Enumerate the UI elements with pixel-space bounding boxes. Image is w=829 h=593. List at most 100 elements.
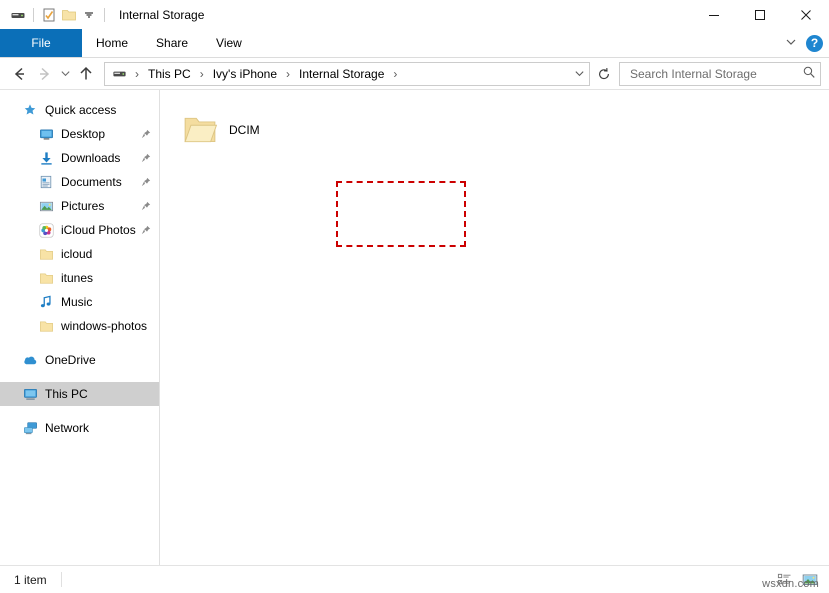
address-bar[interactable]: › This PC › Ivy's iPhone › Internal Stor… bbox=[104, 62, 590, 86]
sidebar-gap-1 bbox=[0, 338, 159, 348]
sidebar-item-label: iCloud Photos bbox=[61, 223, 136, 237]
customize-chevron-icon[interactable] bbox=[79, 5, 99, 25]
annotation-rectangle bbox=[336, 181, 466, 247]
sidebar-item-label: OneDrive bbox=[45, 353, 96, 367]
status-divider bbox=[61, 572, 62, 587]
system-menu-icon[interactable] bbox=[8, 5, 28, 25]
pin-icon[interactable] bbox=[141, 194, 151, 218]
up-button[interactable] bbox=[74, 62, 98, 86]
sidebar-item-label: itunes bbox=[61, 271, 93, 285]
window-controls bbox=[691, 0, 829, 29]
title-bar: Internal Storage bbox=[0, 0, 829, 29]
refresh-button[interactable] bbox=[594, 63, 614, 85]
expand-ribbon-chevron-icon[interactable] bbox=[785, 36, 797, 51]
sidebar-item-windows-photos[interactable]: windows-photos bbox=[0, 314, 159, 338]
details-view-button[interactable] bbox=[773, 569, 795, 591]
ribbon-right-controls: ? bbox=[785, 29, 823, 57]
breadcrumb-item-ivys-iphone[interactable]: Ivy's iPhone bbox=[209, 64, 281, 84]
view-mode-buttons bbox=[773, 566, 821, 593]
tab-share[interactable]: Share bbox=[142, 29, 202, 57]
status-bar: 1 item wsxdn.com bbox=[0, 565, 829, 593]
search-box[interactable] bbox=[619, 62, 821, 86]
sidebar-item-onedrive[interactable]: OneDrive bbox=[0, 348, 159, 372]
navigation-pane[interactable]: Quick access Desktop bbox=[0, 90, 160, 565]
sidebar-item-icloud-photos[interactable]: iCloud Photos bbox=[0, 218, 159, 242]
sidebar-item-label: Quick access bbox=[45, 103, 116, 117]
sidebar-item-documents[interactable]: Documents bbox=[0, 170, 159, 194]
sidebar-item-label: Documents bbox=[61, 175, 122, 189]
onedrive-cloud-icon bbox=[22, 352, 38, 368]
large-icons-view-button[interactable] bbox=[799, 569, 821, 591]
sidebar-item-label: Downloads bbox=[61, 151, 120, 165]
breadcrumb-separator-2[interactable]: › bbox=[281, 64, 295, 84]
sidebar-item-label: Desktop bbox=[61, 127, 105, 141]
search-input[interactable] bbox=[628, 66, 802, 82]
tab-home[interactable]: Home bbox=[82, 29, 142, 57]
this-pc-icon bbox=[22, 386, 38, 402]
sidebar-item-label: icloud bbox=[61, 247, 92, 261]
desktop-icon bbox=[38, 126, 54, 142]
folder-icon bbox=[38, 318, 54, 334]
pin-icon[interactable] bbox=[141, 218, 151, 242]
maximize-button[interactable] bbox=[737, 0, 783, 29]
pin-icon[interactable] bbox=[141, 170, 151, 194]
properties-icon[interactable] bbox=[39, 5, 59, 25]
pin-icon[interactable] bbox=[141, 122, 151, 146]
sidebar-item-label: This PC bbox=[45, 387, 88, 401]
items-grid: DCIM bbox=[160, 90, 829, 160]
address-bar-row: › This PC › Ivy's iPhone › Internal Stor… bbox=[0, 58, 829, 89]
breadcrumb-item-this-pc[interactable]: This PC bbox=[144, 64, 195, 84]
window-title: Internal Storage bbox=[119, 8, 204, 22]
breadcrumb-separator-0[interactable]: › bbox=[130, 64, 144, 84]
folder-icon bbox=[183, 113, 217, 147]
folder-icon bbox=[38, 246, 54, 262]
sidebar-item-quick-access[interactable]: Quick access bbox=[0, 98, 159, 122]
qat-divider-1 bbox=[33, 8, 34, 22]
pictures-icon bbox=[38, 198, 54, 214]
item-count-label: 1 item bbox=[0, 573, 47, 587]
new-folder-icon[interactable] bbox=[59, 5, 79, 25]
address-dropdown-icon[interactable] bbox=[569, 64, 589, 84]
sidebar-gap-2 bbox=[0, 372, 159, 382]
this-pc-breadcrumb-icon[interactable] bbox=[109, 64, 130, 84]
sidebar-item-itunes[interactable]: itunes bbox=[0, 266, 159, 290]
tab-file[interactable]: File bbox=[0, 29, 82, 57]
downloads-icon bbox=[38, 150, 54, 166]
sidebar-item-label: Network bbox=[45, 421, 89, 435]
sidebar-item-music[interactable]: Music bbox=[0, 290, 159, 314]
sidebar-item-label: Music bbox=[61, 295, 92, 309]
recent-locations-button[interactable] bbox=[56, 62, 74, 86]
qat-divider-2 bbox=[104, 8, 105, 22]
sidebar-item-network[interactable]: Network bbox=[0, 416, 159, 440]
breadcrumb-item-internal-storage[interactable]: Internal Storage bbox=[295, 64, 388, 84]
search-icon[interactable] bbox=[802, 65, 816, 82]
back-button[interactable] bbox=[8, 62, 32, 86]
minimize-button[interactable] bbox=[691, 0, 737, 29]
sidebar-item-pictures[interactable]: Pictures bbox=[0, 194, 159, 218]
forward-button[interactable] bbox=[32, 62, 56, 86]
sidebar-item-icloud[interactable]: icloud bbox=[0, 242, 159, 266]
star-icon bbox=[22, 102, 38, 118]
pin-icon[interactable] bbox=[141, 146, 151, 170]
ribbon-tab-bar: File Home Share View ? bbox=[0, 29, 829, 58]
breadcrumb-separator-1[interactable]: › bbox=[195, 64, 209, 84]
sidebar-item-downloads[interactable]: Downloads bbox=[0, 146, 159, 170]
close-button[interactable] bbox=[783, 0, 829, 29]
sidebar-item-label: windows-photos bbox=[61, 319, 147, 333]
sidebar-gap-3 bbox=[0, 406, 159, 416]
sidebar-item-label: Pictures bbox=[61, 199, 104, 213]
list-item-label: DCIM bbox=[229, 123, 260, 137]
list-item[interactable]: DCIM bbox=[178, 100, 303, 160]
file-explorer-window: Internal Storage File Home Share View ? bbox=[0, 0, 829, 593]
icloud-photos-icon bbox=[38, 222, 54, 238]
breadcrumb-separator-3[interactable]: › bbox=[388, 64, 402, 84]
quick-access-toolbar: Internal Storage bbox=[0, 0, 204, 29]
folder-icon bbox=[38, 270, 54, 286]
file-list-pane[interactable]: DCIM bbox=[160, 90, 829, 565]
help-icon[interactable]: ? bbox=[806, 35, 823, 52]
breadcrumb: › This PC › Ivy's iPhone › Internal Stor… bbox=[105, 64, 569, 84]
sidebar-item-desktop[interactable]: Desktop bbox=[0, 122, 159, 146]
tab-view[interactable]: View bbox=[202, 29, 256, 57]
documents-icon bbox=[38, 174, 54, 190]
sidebar-item-this-pc[interactable]: This PC bbox=[0, 382, 159, 406]
